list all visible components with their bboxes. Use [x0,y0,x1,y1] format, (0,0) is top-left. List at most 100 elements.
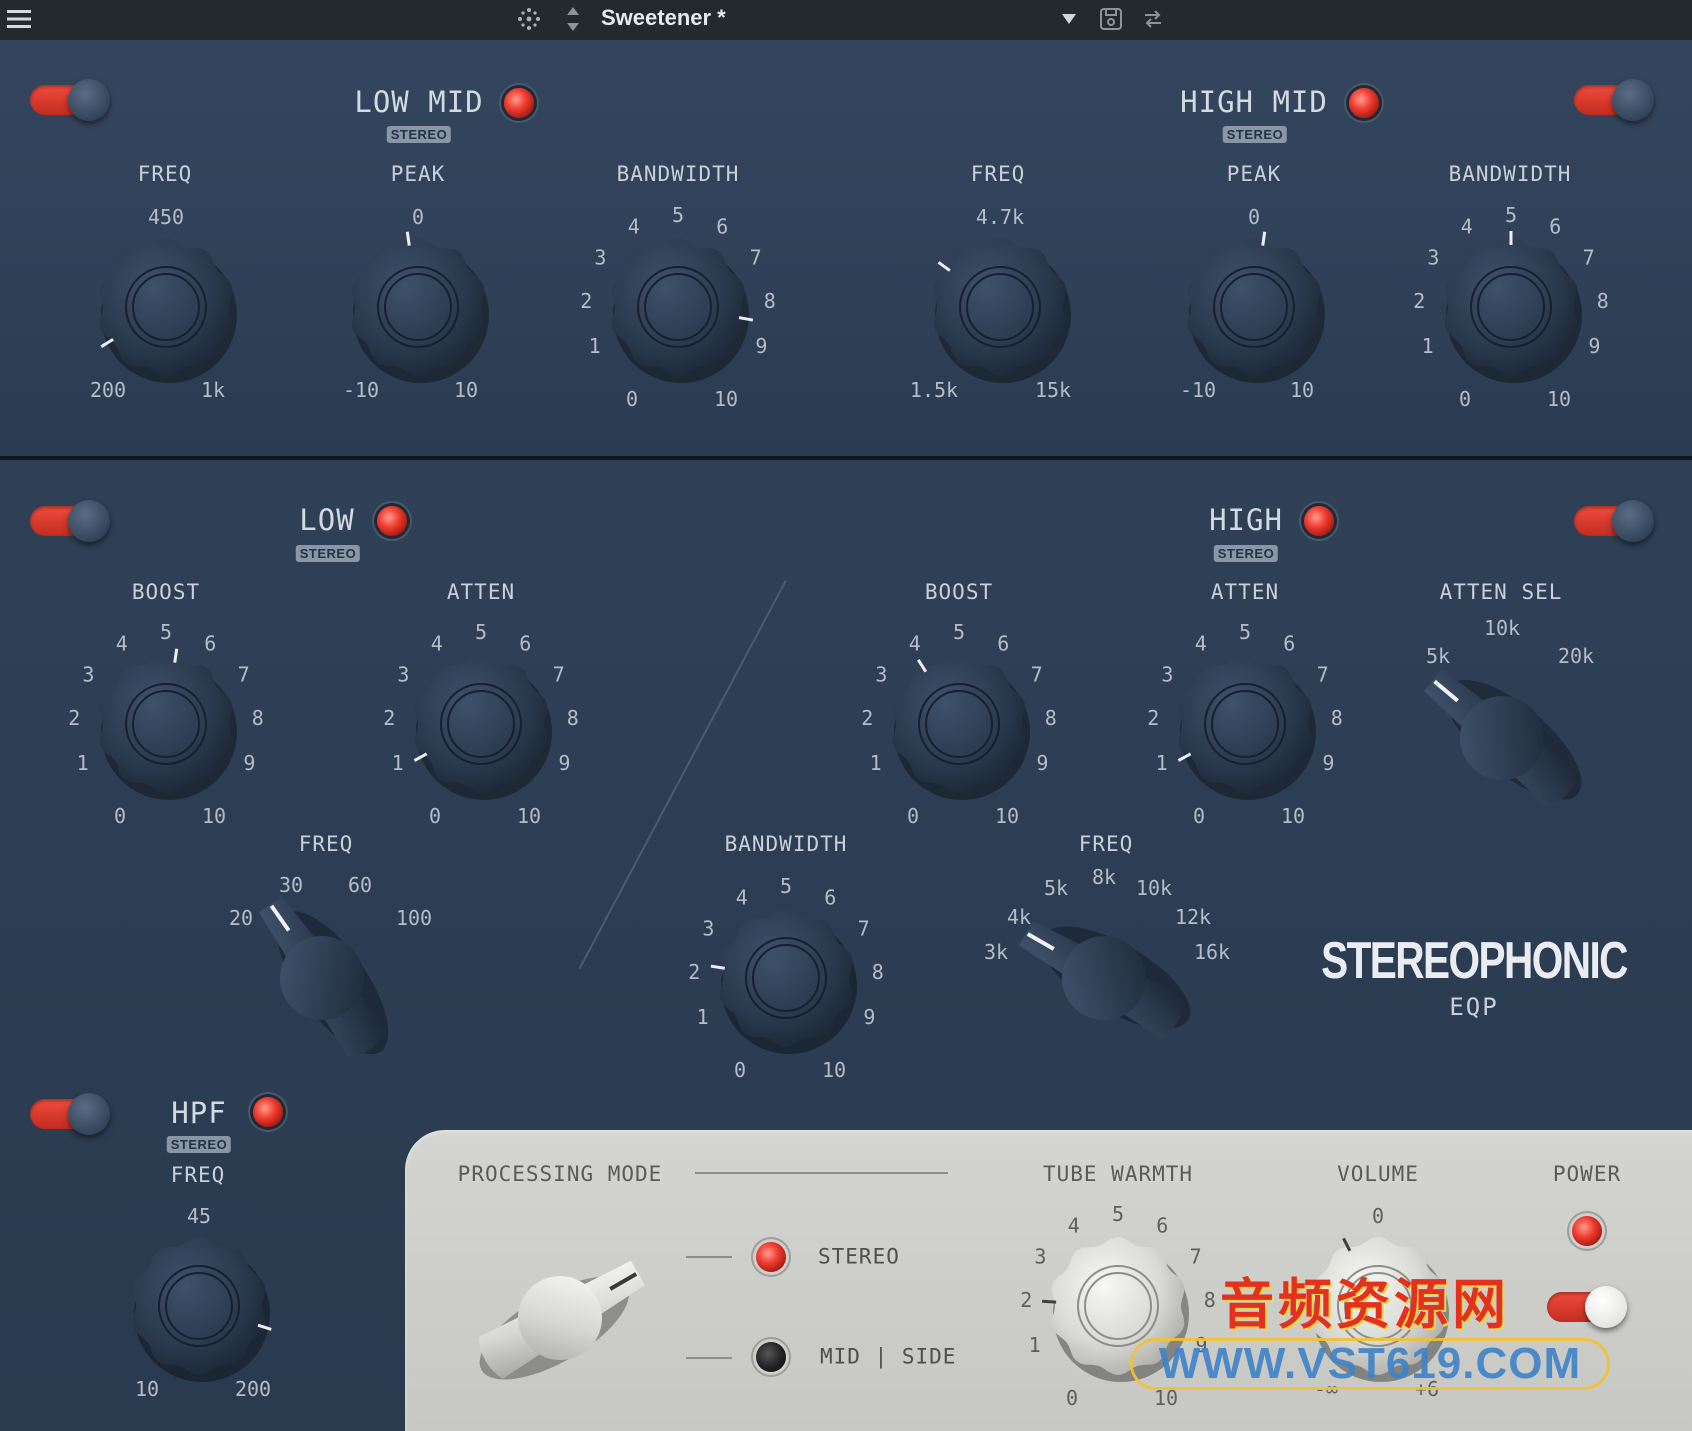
low-mid-bandwidth-knob[interactable]: 0 1 2 3 4 5 6 7 8 9 10 [563,192,793,422]
knob-scale-label: 9 [243,751,255,775]
knob-scale-label: 4 [736,885,748,909]
knob-scale-label: 4 [1195,631,1207,655]
knob-scale-label: 6 [997,631,1009,655]
knob-scale-label: 6 [824,885,836,909]
knob-scale-label: 7 [750,246,762,270]
knob-scale-label: 10 [995,804,1019,828]
mid-side-mode-led[interactable] [756,1342,786,1372]
knob-scale-label: 1 [1029,1333,1041,1357]
low-mid-freq-knob[interactable] [51,192,281,422]
high-boost-knob[interactable]: 0 1 2 3 4 5 6 7 8 9 10 [844,609,1074,839]
knob-scale-label: 0 [1193,804,1205,828]
low-mid-title: LOW MID [354,85,484,119]
low-mid-peak-label: PEAK [390,162,446,186]
knob-scale-label: 0 [907,804,919,828]
knob-scale-label: 7 [1317,663,1329,687]
low-mid-led[interactable] [504,88,534,118]
knob-scale-label: 6 [716,214,728,238]
volume-knob[interactable] [1263,1191,1493,1421]
high-enable-toggle[interactable] [1574,500,1654,542]
compare-swap-icon[interactable] [1140,4,1166,34]
high-mid-peak-knob[interactable] [1139,192,1369,422]
low-mid-enable-toggle[interactable] [30,79,110,121]
knob-scale-label: 0 [1066,1386,1078,1410]
high-mid-led[interactable] [1349,88,1379,118]
knob-scale-label: 0 [114,804,126,828]
knob-scale-label: 5 [672,203,684,227]
high-mid-title: HIGH MID [1180,85,1328,119]
high-mid-freq-knob[interactable] [885,192,1115,422]
knob-scale-label: 10 [1154,1386,1178,1410]
hpf-enable-toggle[interactable] [30,1093,110,1135]
high-mid-bandwidth-label: BANDWIDTH [1448,162,1572,186]
low-mid-bandwidth-label: BANDWIDTH [616,162,740,186]
hpf-led[interactable] [253,1097,283,1127]
low-freq-selector[interactable] [212,868,432,1088]
low-mid-peak-knob[interactable] [303,192,533,422]
high-bandwidth-label: BANDWIDTH [724,832,848,856]
knob-scale-label: 10 [202,804,226,828]
knob-scale-label: 2 [1413,289,1425,313]
low-atten-label: ATTEN [446,580,516,604]
low-enable-toggle[interactable] [30,500,110,542]
low-title: LOW [299,503,355,537]
atten-sel-selector[interactable] [1392,628,1612,848]
menu-icon[interactable] [6,6,32,32]
knob-scale-label: 1 [697,1005,709,1029]
top-toolbar: Sweetener * [0,0,1692,40]
stereo-mode-label[interactable]: STEREO [818,1246,900,1268]
hpf-freq-label: FREQ [170,1163,226,1187]
high-stereo-badge[interactable]: STEREO [1213,545,1279,562]
knob-scale-label: 3 [702,917,714,941]
knob-scale-label: 9 [755,334,767,358]
plugin-logo-icon[interactable] [514,4,544,34]
stereo-mode-led[interactable] [756,1242,786,1272]
save-icon[interactable] [1098,4,1124,34]
high-mid-stereo-badge[interactable]: STEREO [1222,126,1288,143]
knob-scale-label: 0 [626,387,638,411]
knob-scale-label: 3 [1427,246,1439,270]
high-atten-knob[interactable]: 0 1 2 3 4 5 6 7 8 9 10 [1130,609,1360,839]
mid-side-mode-label[interactable]: MID | SIDE [820,1346,956,1368]
low-atten-knob[interactable]: 0 1 2 3 4 5 6 7 8 9 10 [366,609,596,839]
power-toggle[interactable] [1547,1286,1627,1328]
knob-scale-label: 1 [77,751,89,775]
knob-scale-label: 4 [116,631,128,655]
hpf-stereo-badge[interactable]: STEREO [166,1136,232,1153]
processing-mode-selector[interactable] [450,1208,670,1428]
knob-scale-label: 6 [1283,631,1295,655]
preset-name[interactable]: Sweetener * [601,3,726,33]
knob-scale-label: 2 [1020,1288,1032,1312]
hpf-freq-knob[interactable] [84,1191,314,1421]
low-mid-stereo-badge[interactable]: STEREO [386,126,452,143]
power-led [1572,1216,1602,1246]
low-boost-knob[interactable]: 0 1 2 3 4 5 6 7 8 9 10 [51,609,281,839]
knob-scale-label: 7 [1583,246,1595,270]
knob-scale-label: 1 [1156,751,1168,775]
preset-stepper-icon[interactable] [562,4,584,34]
knob-scale-label: 0 [1459,387,1471,411]
high-led[interactable] [1304,506,1334,536]
knob-scale-label: 6 [204,631,216,655]
knob-scale-label: 3 [82,663,94,687]
knob-scale-label: 9 [1588,334,1600,358]
low-stereo-badge[interactable]: STEREO [295,545,361,562]
high-bandwidth-knob[interactable]: 0 1 2 3 4 5 6 7 8 9 10 [671,863,901,1093]
tube-warmth-knob[interactable]: 0 1 2 3 4 5 6 7 8 9 10 [1003,1191,1233,1421]
knob-scale-label: 4 [909,631,921,655]
knob-scale-label: 9 [1322,751,1334,775]
high-freq-selector[interactable] [994,868,1214,1088]
knob-scale-label: 8 [1045,706,1057,730]
low-led[interactable] [377,506,407,536]
knob-scale-label: 8 [567,706,579,730]
knob-scale-label: 8 [1204,1288,1216,1312]
processing-mode-label: PROCESSING MODE [457,1162,663,1186]
high-mid-bandwidth-knob[interactable]: 0 1 2 3 4 5 6 7 8 9 10 [1396,192,1626,422]
preset-dropdown-chevron-icon[interactable] [1058,4,1080,34]
knob-scale-label: 3 [1161,663,1173,687]
high-mid-enable-toggle[interactable] [1574,79,1654,121]
knob-scale-label: 4 [628,214,640,238]
knob-scale-label: 2 [580,289,592,313]
knob-scale-label: 8 [764,289,776,313]
knob-scale-label: 3 [594,246,606,270]
